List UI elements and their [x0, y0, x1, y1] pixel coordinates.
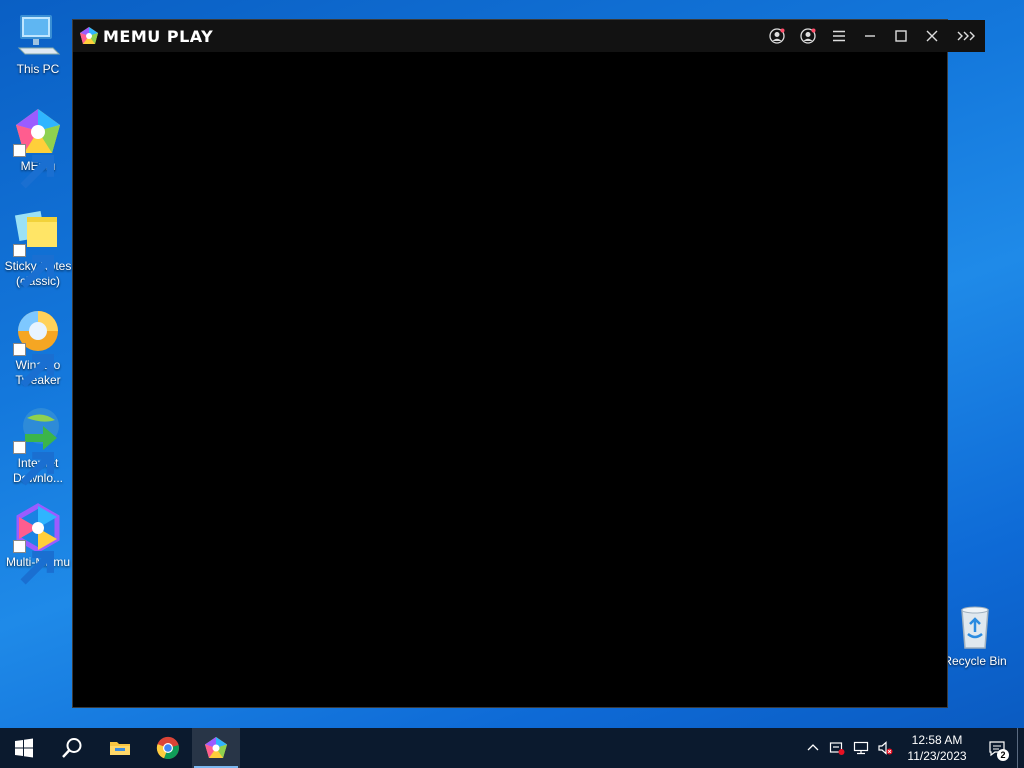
- user-settings-button[interactable]: [792, 20, 823, 52]
- shortcut-arrow-icon: [13, 343, 55, 388]
- search-button[interactable]: [48, 728, 96, 768]
- winaero-tweaker-icon: [13, 306, 63, 388]
- system-tray: 12:58 AM 11/23/2023 2: [801, 728, 1024, 768]
- shortcut-arrow-icon: [13, 144, 55, 189]
- chrome-icon: [156, 736, 179, 760]
- maximize-icon: [894, 30, 907, 42]
- memu-taskbar-button[interactable]: [192, 728, 240, 768]
- minimize-button[interactable]: [854, 20, 885, 52]
- chevron-up-icon: [807, 744, 819, 751]
- file-explorer-button[interactable]: [96, 728, 144, 768]
- desktop-icon-winaero-tweaker[interactable]: Winaero Tweaker: [2, 306, 74, 388]
- desktop-icon-label: Recycle Bin: [943, 654, 1007, 668]
- file-explorer-icon: [110, 742, 130, 755]
- memu-title-controls: [761, 20, 985, 52]
- recycle-bin-icon: [950, 602, 1000, 652]
- memu-icon: [13, 107, 63, 189]
- minimize-icon: [864, 35, 875, 37]
- multi-memu-icon: [13, 503, 63, 585]
- account-button[interactable]: [761, 20, 792, 52]
- internet-download-manager-icon: [13, 404, 63, 486]
- taskbar: 12:58 AM 11/23/2023 2: [0, 728, 1024, 768]
- close-icon: [926, 30, 937, 42]
- close-button[interactable]: [916, 20, 947, 52]
- desktop-icon-label: This PC: [16, 62, 60, 76]
- clock[interactable]: 12:58 AM 11/23/2023: [901, 732, 973, 764]
- desktop-icon-recycle-bin[interactable]: Recycle Bin: [939, 602, 1011, 669]
- search-icon: [62, 738, 82, 758]
- security-warning-icon: [829, 742, 845, 755]
- shortcut-arrow-icon: [13, 244, 55, 289]
- memu-logo: MEMU PLAY: [79, 26, 213, 46]
- network-icon: [853, 741, 869, 755]
- shortcut-arrow-icon: [13, 441, 55, 486]
- network-tray-button[interactable]: [849, 728, 873, 768]
- user-settings-icon: [799, 28, 816, 44]
- computer-icon: [13, 10, 63, 60]
- windows-start-icon: [15, 738, 33, 758]
- memu-title: MEMU PLAY: [103, 26, 214, 46]
- volume-tray-button[interactable]: [873, 728, 897, 768]
- chrome-button[interactable]: [144, 728, 192, 768]
- desktop-icon-multi-memu[interactable]: Multi-MEmu: [2, 503, 74, 585]
- show-desktop-button[interactable]: [1017, 728, 1024, 768]
- memu-icon: [205, 737, 227, 758]
- maximize-button[interactable]: [885, 20, 916, 52]
- desktop-icon-memu[interactable]: MEmu: [2, 107, 74, 189]
- memu-window[interactable]: MEMU PLAY: [73, 20, 985, 707]
- memu-android-screen[interactable]: [73, 52, 947, 707]
- expand-sidebar-button[interactable]: [947, 20, 985, 52]
- show-hidden-icons-button[interactable]: [801, 728, 825, 768]
- account-icon: [768, 28, 785, 44]
- desktop-icon-internet-download-manager[interactable]: Internet Downlo...: [2, 404, 74, 486]
- expand-sidebar-icon: [957, 31, 975, 41]
- clock-time: 12:58 AM: [911, 733, 963, 747]
- menu-button[interactable]: [823, 20, 854, 52]
- menu-icon: [832, 30, 845, 42]
- desktop-icon-sticky-notes[interactable]: Sticky Notes (classic): [2, 207, 74, 289]
- memu-logo-icon: [80, 27, 98, 44]
- action-center-button[interactable]: 2: [977, 728, 1017, 768]
- volume-muted-icon: [878, 741, 893, 755]
- desktop-icon-this-pc[interactable]: This PC: [2, 10, 74, 77]
- notification-count-badge: 2: [997, 749, 1009, 761]
- shortcut-arrow-icon: [13, 540, 55, 585]
- memu-titlebar[interactable]: MEMU PLAY: [73, 20, 985, 52]
- sticky-notes-icon: [13, 207, 63, 289]
- clock-date: 11/23/2023: [907, 749, 967, 763]
- start-button[interactable]: [0, 728, 48, 768]
- defender-tray-button[interactable]: [825, 728, 849, 768]
